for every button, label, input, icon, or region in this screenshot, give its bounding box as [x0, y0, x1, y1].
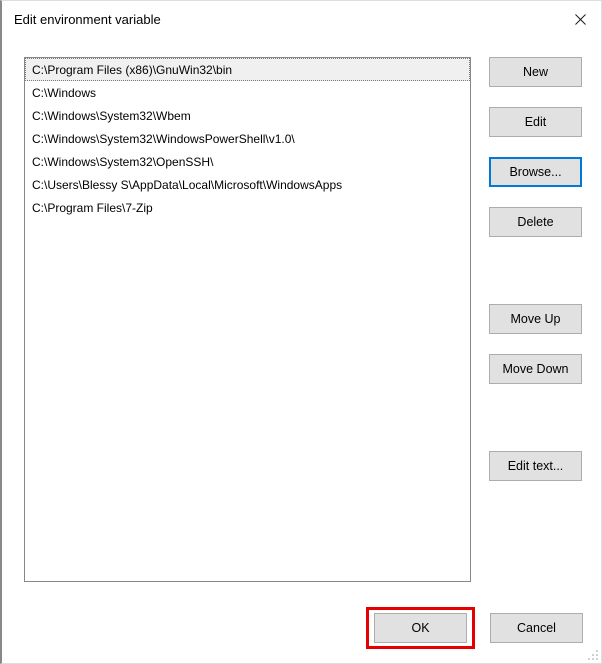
list-item[interactable]: C:\Windows\System32\OpenSSH\	[25, 150, 470, 173]
edit-text-button[interactable]: Edit text...	[489, 451, 582, 481]
delete-button[interactable]: Delete	[489, 207, 582, 237]
edit-button[interactable]: Edit	[489, 107, 582, 137]
path-listbox[interactable]: C:\Program Files (x86)\GnuWin32\binC:\Wi…	[24, 57, 471, 582]
ok-highlight: OK	[366, 607, 475, 649]
list-item[interactable]: C:\Program Files (x86)\GnuWin32\bin	[25, 58, 470, 81]
list-item[interactable]: C:\Windows\System32\Wbem	[25, 104, 470, 127]
dialog-window: Edit environment variable C:\Program Fil…	[0, 0, 602, 664]
dialog-action-bar: OK Cancel	[2, 597, 601, 663]
list-item[interactable]: C:\Users\Blessy S\AppData\Local\Microsof…	[25, 173, 470, 196]
new-button[interactable]: New	[489, 57, 582, 87]
dialog-content: C:\Program Files (x86)\GnuWin32\binC:\Wi…	[2, 37, 601, 597]
dialog-title: Edit environment variable	[14, 12, 161, 27]
browse-button[interactable]: Browse...	[489, 157, 582, 187]
close-button[interactable]	[573, 12, 587, 26]
resize-grip-icon[interactable]	[587, 649, 599, 661]
side-button-panel: New Edit Browse... Delete Move Up Move D…	[489, 57, 583, 587]
list-item[interactable]: C:\Windows\System32\WindowsPowerShell\v1…	[25, 127, 470, 150]
list-item[interactable]: C:\Program Files\7-Zip	[25, 196, 470, 219]
list-item[interactable]: C:\Windows	[25, 81, 470, 104]
title-bar: Edit environment variable	[2, 1, 601, 37]
close-icon	[575, 14, 586, 25]
cancel-button[interactable]: Cancel	[490, 613, 583, 643]
ok-button[interactable]: OK	[374, 613, 467, 643]
move-down-button[interactable]: Move Down	[489, 354, 582, 384]
move-up-button[interactable]: Move Up	[489, 304, 582, 334]
